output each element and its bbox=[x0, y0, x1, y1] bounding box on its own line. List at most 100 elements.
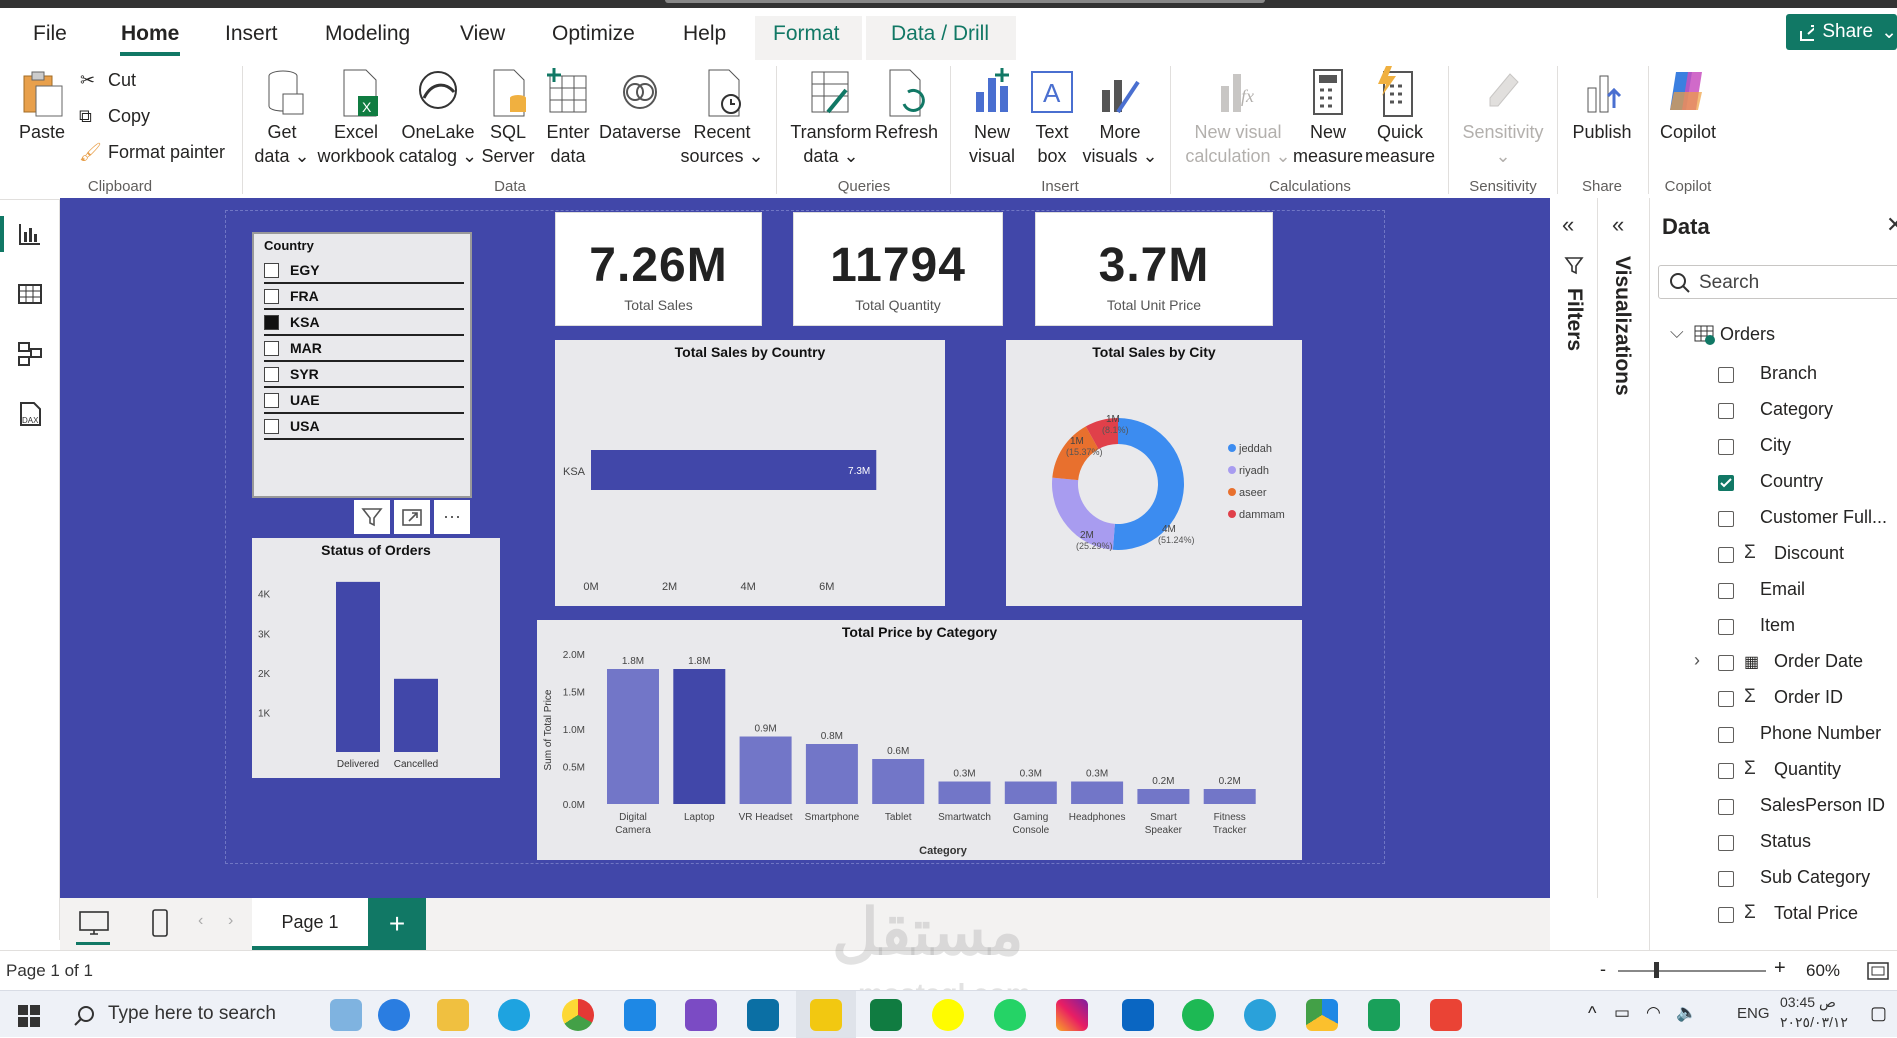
add-page-button[interactable]: + bbox=[368, 898, 426, 950]
notifications-icon[interactable]: ▢ bbox=[1870, 1003, 1887, 1024]
tab-file[interactable]: File bbox=[33, 22, 67, 46]
onelake-catalog-button[interactable]: OneLake catalog ⌄ bbox=[398, 120, 478, 168]
new-visual-button[interactable]: New visual bbox=[962, 120, 1022, 168]
field-checkbox[interactable] bbox=[1718, 511, 1734, 527]
linkedin-icon[interactable] bbox=[1122, 999, 1154, 1031]
field-phone-number[interactable]: Phone Number bbox=[1650, 720, 1897, 750]
field-branch[interactable]: Branch bbox=[1650, 360, 1897, 390]
slicer-checkbox[interactable] bbox=[264, 263, 279, 278]
kpi-total-unit-price[interactable]: 3.7M Total Unit Price bbox=[1035, 212, 1273, 326]
clock-time[interactable]: 03:45 ص bbox=[1780, 994, 1836, 1011]
refresh-button[interactable]: Refresh bbox=[875, 120, 938, 144]
tab-page-1[interactable]: Page 1 bbox=[252, 898, 368, 950]
field-customer-full[interactable]: Customer Full... bbox=[1650, 504, 1897, 534]
mobile-layout-icon[interactable] bbox=[150, 908, 170, 938]
field-item[interactable]: Item bbox=[1650, 612, 1897, 642]
search-input[interactable]: Search bbox=[1658, 265, 1897, 299]
next-page-icon[interactable]: › bbox=[228, 912, 233, 930]
excel-taskbar-icon[interactable] bbox=[870, 999, 902, 1031]
clock-date[interactable]: ٢٠٢٥/٠٣/١٢ bbox=[1780, 1014, 1848, 1031]
chevron-right-icon[interactable]: › bbox=[1694, 650, 1700, 671]
dataverse-button[interactable]: Dataverse bbox=[598, 120, 682, 144]
field-email[interactable]: Email bbox=[1650, 576, 1897, 606]
filter-icon[interactable] bbox=[354, 500, 390, 534]
field-checkbox[interactable] bbox=[1718, 655, 1734, 671]
field-checkbox[interactable] bbox=[1718, 619, 1734, 635]
close-icon[interactable]: ✕ bbox=[1886, 212, 1897, 238]
tab-view[interactable]: View bbox=[460, 22, 505, 46]
more-visuals-button[interactable]: More visuals ⌄ bbox=[1082, 120, 1158, 168]
zoom-slider[interactable] bbox=[1618, 970, 1766, 972]
slicer-checkbox[interactable] bbox=[264, 315, 279, 330]
visualizations-pane[interactable]: « Visualizations bbox=[1598, 198, 1650, 988]
desktop-layout-icon[interactable] bbox=[78, 910, 110, 936]
tab-format[interactable]: Format bbox=[773, 22, 840, 46]
snapchat-icon[interactable] bbox=[932, 999, 964, 1031]
slicer-checkbox[interactable] bbox=[264, 289, 279, 304]
slicer-checkbox[interactable] bbox=[264, 419, 279, 434]
instagram-icon[interactable] bbox=[1056, 999, 1088, 1031]
tab-data-drill[interactable]: Data / Drill bbox=[891, 22, 989, 46]
model-view-icon[interactable] bbox=[16, 340, 44, 368]
zoom-slider-thumb[interactable] bbox=[1654, 962, 1659, 978]
prev-page-icon[interactable]: ‹ bbox=[198, 912, 203, 930]
dax-query-view-icon[interactable]: DAX bbox=[16, 400, 44, 428]
field-checkbox[interactable] bbox=[1718, 367, 1734, 383]
table-view-icon[interactable] bbox=[16, 280, 44, 308]
slicer-item-fra[interactable]: FRA bbox=[264, 284, 464, 310]
field-country[interactable]: Country bbox=[1650, 468, 1897, 498]
field-checkbox[interactable] bbox=[1718, 835, 1734, 851]
vscode-icon[interactable] bbox=[624, 999, 656, 1031]
publish-button[interactable]: Publish bbox=[1566, 120, 1638, 144]
more-options-icon[interactable]: ⋯ bbox=[434, 500, 470, 534]
tab-optimize[interactable]: Optimize bbox=[552, 22, 635, 46]
text-box-button[interactable]: Text box bbox=[1022, 120, 1082, 168]
windows-start-icon[interactable] bbox=[18, 1005, 40, 1027]
gmail-icon[interactable] bbox=[1430, 999, 1462, 1031]
expand-filters-icon[interactable]: « bbox=[1562, 212, 1574, 238]
chrome-icon[interactable] bbox=[562, 999, 594, 1031]
field-checkbox[interactable] bbox=[1718, 871, 1734, 887]
excel-workbook-button[interactable]: Excel workbook bbox=[314, 120, 398, 168]
chart-sales-by-city[interactable]: Total Sales by City 4M (51.24%) 2M (25.29%)… bbox=[1006, 340, 1302, 606]
field-quantity[interactable]: Σ Quantity bbox=[1650, 756, 1897, 786]
cut-button[interactable]: Cut bbox=[108, 70, 136, 91]
chart-sales-by-country[interactable]: Total Sales by Country KSA 7.3M 0M 2M 4M 6M bbox=[555, 340, 945, 606]
slicer-checkbox[interactable] bbox=[264, 393, 279, 408]
google-drive-icon[interactable] bbox=[1306, 999, 1338, 1031]
field-total-price[interactable]: Σ Total Price bbox=[1650, 900, 1897, 930]
wifi-icon[interactable]: ◠ bbox=[1646, 1003, 1661, 1023]
chevron-up-icon[interactable]: ^ bbox=[1588, 1003, 1596, 1024]
taskbar-app-icon[interactable] bbox=[378, 999, 410, 1031]
slicer-item-syr[interactable]: SYR bbox=[264, 362, 464, 388]
sql-server-button[interactable]: SQL Server bbox=[478, 120, 538, 168]
visual-studio-icon[interactable] bbox=[685, 999, 717, 1031]
classroom-icon[interactable] bbox=[1368, 999, 1400, 1031]
field-category[interactable]: Category bbox=[1650, 396, 1897, 426]
file-explorer-icon[interactable] bbox=[437, 999, 469, 1031]
chart-price-by-category[interactable]: Total Price by Category 0.0M 0.5M 1.0M 1.5M… bbox=[537, 620, 1302, 860]
country-slicer[interactable]: Country EGY FRA KSA MAR SYR UAE USA bbox=[252, 232, 472, 498]
slicer-item-usa[interactable]: USA bbox=[264, 414, 464, 440]
chart-status-of-orders[interactable]: Status of Orders 1K 2K 3K 4K Delivered Cancel… bbox=[252, 538, 500, 778]
kpi-total-sales[interactable]: 7.26M Total Sales bbox=[555, 212, 762, 326]
kpi-total-quantity[interactable]: 11794 Total Quantity bbox=[793, 212, 1003, 326]
chevron-down-icon[interactable]: ⌵ bbox=[1670, 322, 1684, 343]
quick-measure-button[interactable]: Quick measure bbox=[1362, 120, 1438, 168]
field-status[interactable]: Status bbox=[1650, 828, 1897, 858]
sql-management-icon[interactable] bbox=[747, 999, 779, 1031]
focus-mode-icon[interactable] bbox=[394, 500, 430, 534]
enter-data-button[interactable]: Enter data bbox=[538, 120, 598, 168]
field-checkbox[interactable] bbox=[1718, 691, 1734, 707]
tab-modeling[interactable]: Modeling bbox=[325, 22, 410, 46]
volume-icon[interactable]: 🔈 bbox=[1676, 1003, 1697, 1023]
taskbar-search-box[interactable]: Type here to search bbox=[108, 1003, 276, 1025]
tab-help[interactable]: Help bbox=[683, 22, 726, 46]
field-checkbox[interactable] bbox=[1718, 439, 1734, 455]
slicer-checkbox[interactable] bbox=[264, 341, 279, 356]
get-data-button[interactable]: Get data ⌄ bbox=[250, 120, 314, 168]
field-checkbox[interactable] bbox=[1718, 475, 1734, 491]
power-bi-icon[interactable] bbox=[810, 999, 842, 1031]
paste-button[interactable]: Paste bbox=[12, 120, 72, 144]
zoom-in-button[interactable]: + bbox=[1774, 957, 1786, 980]
